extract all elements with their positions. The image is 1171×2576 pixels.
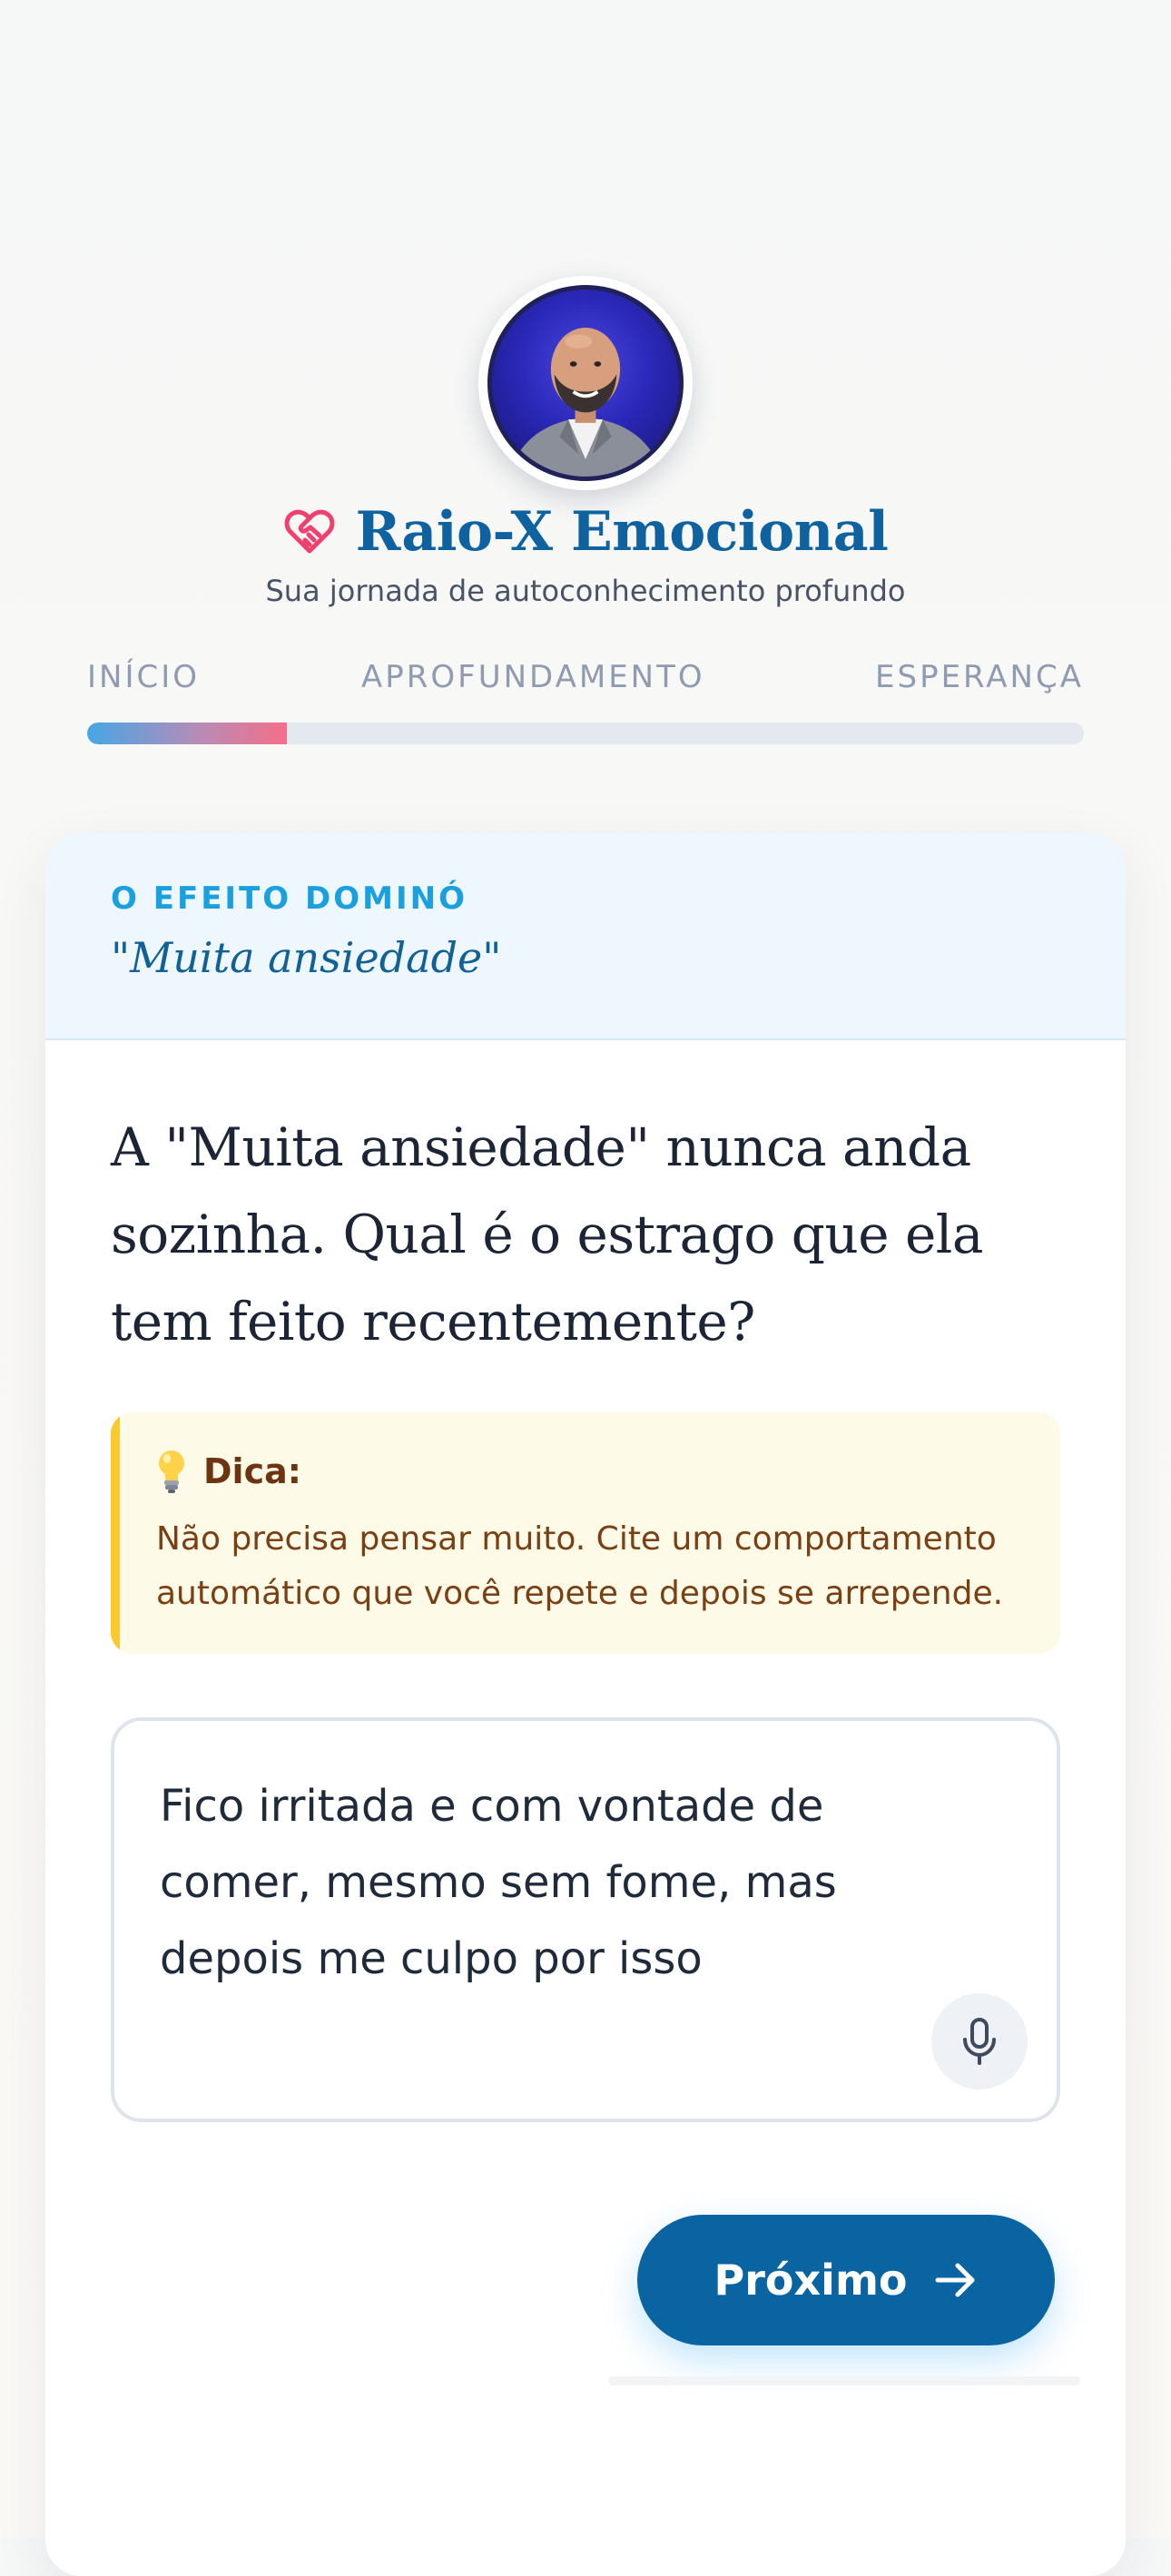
app-subtitle: Sua jornada de autoconhecimento profundo [265, 574, 906, 608]
answer-value[interactable]: Fico irritada e com vontade de comer, me… [160, 1768, 886, 1997]
question-card: O EFEITO DOMINÓ "Muita ansiedade" A "Mui… [45, 833, 1126, 2576]
question-text: A "Muita ansiedade" nunca anda sozinha. … [111, 1116, 983, 1352]
tip-text: Não precisa pensar muito. Cite um compor… [156, 1520, 1004, 1612]
answer-textarea[interactable]: Fico irritada e com vontade de comer, me… [111, 1717, 1060, 2122]
avatar-portrait-image [509, 327, 662, 477]
section-label: O EFEITO DOMINÓ [111, 880, 467, 917]
lightbulb-icon [159, 1450, 184, 1493]
next-button[interactable]: Próximo [637, 2215, 1055, 2345]
brand-header: Raio-X Emocional [0, 496, 1171, 568]
step-inicio: INÍCIO [87, 659, 201, 695]
tip-title: Dica: [203, 1451, 301, 1491]
voice-input-button[interactable] [931, 1993, 1028, 2089]
section-quote: "Muita ansiedade" [111, 933, 502, 982]
next-button-label: Próximo [713, 2256, 908, 2305]
card-header: O EFEITO DOMINÓ "Muita ansiedade" [45, 833, 1126, 1040]
tip-header: Dica: [156, 1449, 301, 1494]
microphone-icon [963, 2018, 996, 2065]
avatar-photo [487, 285, 684, 481]
tip-box: Dica: Não precisa pensar muito. Cite um … [111, 1412, 1060, 1654]
progress-bar [87, 723, 1084, 744]
progress-steps: INÍCIO APROFUNDAMENTO ESPERANÇA [87, 659, 1084, 699]
arrow-right-icon [935, 2263, 975, 2297]
app-title: Raio-X Emocional [355, 500, 889, 564]
step-aprofundamento: APROFUNDAMENTO [361, 659, 705, 695]
progress-fill [87, 723, 287, 744]
avatar [478, 276, 693, 490]
heart-handshake-icon [284, 509, 334, 554]
divider [608, 2376, 1080, 2385]
step-esperanca: ESPERANÇA [875, 659, 1084, 695]
